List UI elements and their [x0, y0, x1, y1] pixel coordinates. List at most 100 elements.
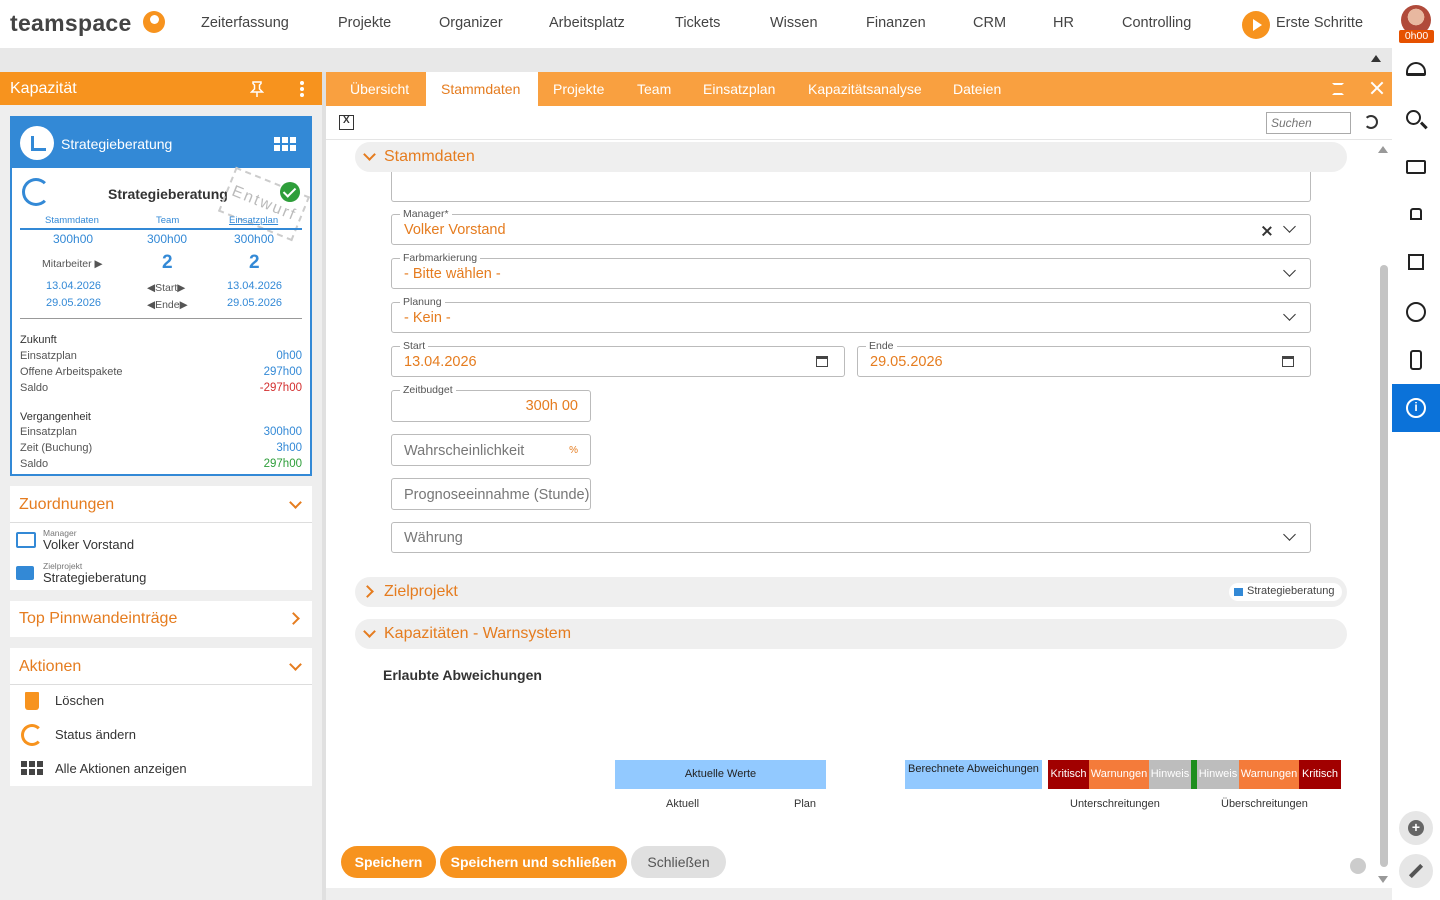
- chevron-right-icon[interactable]: [287, 612, 300, 625]
- col-einsatzplan[interactable]: Einsatzplan: [229, 215, 278, 226]
- action-change-status[interactable]: Status ändern: [55, 727, 136, 742]
- first-steps-link[interactable]: Erste Schritte: [1276, 15, 1363, 31]
- zielprojekt-badge[interactable]: Strategieberatung: [1229, 583, 1343, 601]
- people-icon[interactable]: [1406, 62, 1426, 76]
- chevron-right-icon[interactable]: [361, 585, 374, 598]
- col-team[interactable]: Team: [156, 215, 179, 226]
- draft-stamp: Entwurf: [217, 166, 311, 242]
- info-button[interactable]: i: [1392, 384, 1440, 432]
- prognose-field[interactable]: Prognoseeinnahme (Stunde): [391, 478, 591, 510]
- search-input[interactable]: [1266, 112, 1351, 134]
- chevron-down-icon[interactable]: [1283, 308, 1296, 321]
- nav-finanzen[interactable]: Finanzen: [866, 15, 926, 31]
- timer-icon[interactable]: [1406, 302, 1426, 322]
- pinwand-box[interactable]: Top Pinnwandeinträge: [10, 601, 312, 637]
- section-zielprojekt-header[interactable]: Zielprojekt: [355, 577, 1347, 607]
- planung-field[interactable]: Planung - Kein -: [391, 296, 1311, 333]
- chevron-down-icon[interactable]: [363, 625, 376, 638]
- more-options-icon[interactable]: [300, 81, 304, 97]
- save-button[interactable]: Speichern: [341, 846, 436, 878]
- description-textarea[interactable]: [391, 172, 1311, 202]
- z-row-value: 0h00: [276, 350, 302, 362]
- scroll-up-arrow[interactable]: [1378, 146, 1388, 153]
- segment-hinweis-ueber[interactable]: Hinweis: [1197, 760, 1239, 789]
- scrollbar-thumb[interactable]: [1380, 265, 1388, 867]
- segment-kritisch-ueber[interactable]: Kritisch: [1299, 760, 1341, 789]
- scroll-up-icon[interactable]: [1371, 55, 1381, 62]
- segment-warnungen-ueber[interactable]: Warnungen: [1239, 760, 1299, 789]
- tab-kapazitaetsanalyse[interactable]: Kapazitätsanalyse: [808, 81, 922, 97]
- tab-projekte[interactable]: Projekte: [553, 81, 604, 97]
- expand-icon[interactable]: [1332, 83, 1344, 95]
- apps-grid-icon[interactable]: [274, 137, 296, 151]
- chevron-down-icon[interactable]: [289, 658, 302, 671]
- count-team: 2: [162, 252, 173, 273]
- task-check-icon[interactable]: [1408, 254, 1424, 270]
- save-close-button[interactable]: Speichern und schließen: [440, 846, 627, 878]
- action-delete[interactable]: Löschen: [55, 693, 104, 708]
- section-stammdaten-header[interactable]: Stammdaten: [355, 142, 1347, 172]
- start-label: ◀Start▶: [147, 282, 186, 294]
- segment-hinweis-unter[interactable]: Hinweis: [1149, 760, 1191, 789]
- user-icon[interactable]: [1350, 858, 1366, 874]
- mobile-icon[interactable]: [1410, 350, 1422, 370]
- nav-hr[interactable]: HR: [1053, 15, 1074, 31]
- tab-uebersicht[interactable]: Übersicht: [350, 81, 409, 97]
- nav-crm[interactable]: CRM: [973, 15, 1006, 31]
- calendar-icon[interactable]: [1282, 356, 1294, 367]
- nav-wissen[interactable]: Wissen: [770, 15, 818, 31]
- search-icon[interactable]: [1406, 110, 1421, 125]
- inbox-icon[interactable]: [1406, 160, 1426, 174]
- end-label: ◀Ende▶: [147, 299, 188, 311]
- end-date-field[interactable]: Ende 29.05.2026: [857, 340, 1311, 377]
- card-header[interactable]: Strategieberatung: [12, 118, 310, 168]
- zuordnungen-title[interactable]: Zuordnungen: [19, 496, 114, 514]
- waehrung-field[interactable]: Währung: [391, 522, 1311, 553]
- nav-zeiterfassung[interactable]: Zeiterfassung: [201, 15, 289, 31]
- section-warnsystem-header[interactable]: Kapazitäten - Warnsystem: [355, 619, 1347, 649]
- undo-icon[interactable]: [1364, 115, 1378, 129]
- tab-einsatzplan[interactable]: Einsatzplan: [703, 81, 775, 97]
- close-button[interactable]: Schließen: [631, 846, 726, 878]
- project-card: Strategieberatung Strategieberatung Entw…: [10, 116, 312, 476]
- zeitbudget-field[interactable]: Zeitbudget 300h 00: [391, 384, 591, 422]
- chevron-down-icon[interactable]: [1283, 528, 1296, 541]
- manager-link[interactable]: Volker Vorstand: [43, 537, 134, 552]
- close-icon[interactable]: [1369, 80, 1385, 96]
- logo[interactable]: teamspace: [10, 10, 132, 37]
- chevron-down-icon[interactable]: [289, 496, 302, 509]
- nav-projekte[interactable]: Projekte: [338, 15, 391, 31]
- end-date: 29.05.2026: [46, 297, 102, 309]
- pin-icon[interactable]: [250, 81, 264, 97]
- nav-organizer[interactable]: Organizer: [439, 15, 503, 31]
- farbmarkierung-field[interactable]: Farbmarkierung - Bitte wählen -: [391, 252, 1311, 289]
- wahrscheinlichkeit-field[interactable]: Wahrscheinlichkeit %: [391, 434, 591, 466]
- clear-icon[interactable]: [1261, 225, 1273, 237]
- v-row-label: Zeit (Buchung): [20, 442, 93, 454]
- scroll-down-arrow[interactable]: [1378, 876, 1388, 883]
- nav-arbeitsplatz[interactable]: Arbeitsplatz: [549, 15, 625, 31]
- chevron-down-icon[interactable]: [1283, 264, 1296, 277]
- tab-team[interactable]: Team: [637, 81, 671, 97]
- segment-kritisch-unter[interactable]: Kritisch: [1048, 760, 1089, 789]
- nav-tickets[interactable]: Tickets: [675, 15, 720, 31]
- nav-controlling[interactable]: Controlling: [1122, 15, 1191, 31]
- manager-field[interactable]: Manager* Volker Vorstand: [391, 208, 1311, 245]
- start-date-field[interactable]: Start 13.04.2026: [391, 340, 845, 377]
- excel-export-icon[interactable]: [339, 115, 354, 130]
- pinwand-title[interactable]: Top Pinnwandeinträge: [19, 610, 177, 628]
- chevron-down-icon[interactable]: [363, 148, 376, 161]
- segment-warnungen-unter[interactable]: Warnungen: [1089, 760, 1149, 789]
- chevron-down-icon[interactable]: [1283, 220, 1296, 233]
- play-icon[interactable]: [1242, 11, 1270, 39]
- aktionen-title[interactable]: Aktionen: [19, 658, 81, 676]
- tab-dateien[interactable]: Dateien: [953, 81, 1001, 97]
- mitarbeiter-label[interactable]: Mitarbeiter ▶: [42, 258, 103, 270]
- pin-icon[interactable]: [1410, 208, 1422, 220]
- left-panel-header: Kapazität: [0, 72, 322, 105]
- tab-stammdaten[interactable]: Stammdaten: [441, 81, 520, 97]
- calendar-icon[interactable]: [816, 356, 828, 367]
- col-stammdaten[interactable]: Stammdaten: [45, 215, 99, 226]
- action-show-all[interactable]: Alle Aktionen anzeigen: [55, 761, 187, 776]
- project-link[interactable]: Strategieberatung: [43, 570, 146, 585]
